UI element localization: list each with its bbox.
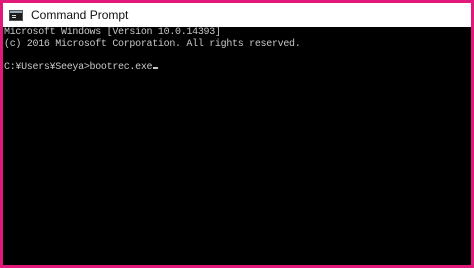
window-title: Command Prompt (31, 8, 129, 22)
console-line-copyright: (c) 2016 Microsoft Corporation. All righ… (4, 38, 301, 50)
text-cursor (153, 66, 159, 69)
console-area[interactable]: Microsoft Windows [Version 10.0.14393] (… (4, 27, 470, 265)
console-app-icon[interactable] (9, 9, 23, 21)
command-prompt-window: Command Prompt Microsoft Windows [Versio… (0, 0, 474, 268)
console-prompt-line[interactable]: C:¥Users¥Seeya>bootrec.exe (4, 62, 470, 74)
console-prompt-text: C:¥Users¥Seeya>bootrec.exe (4, 61, 153, 73)
console-line-version: Microsoft Windows [Version 10.0.14393] (4, 27, 221, 38)
title-bar[interactable]: Command Prompt (3, 3, 471, 27)
